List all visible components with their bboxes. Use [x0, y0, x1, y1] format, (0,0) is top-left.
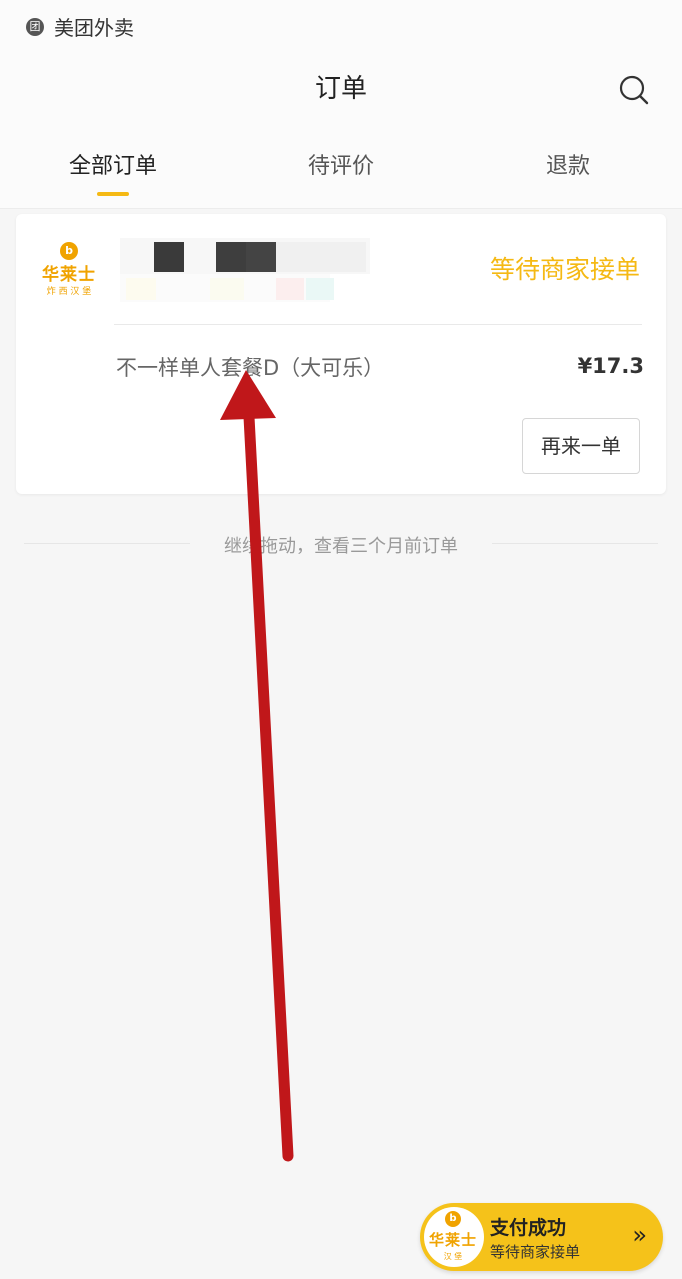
annotation-arrow-shaft	[242, 392, 294, 1162]
order-status: 等待商家接单	[489, 255, 640, 284]
double-chevron-right-icon: »	[632, 1221, 647, 1249]
order-tabs: 全部订单 待评价 退款	[0, 148, 682, 198]
shop-logo[interactable]: b 华莱士 炸 西 汉 堡	[40, 240, 98, 298]
order-item-name: 不一样单人套餐D（大可乐）	[116, 356, 385, 380]
order-card[interactable]: b 华莱士 炸 西 汉 堡 等待商家接单 不一样单人套餐D（大可乐） ¥17.3…	[16, 214, 666, 494]
toast-subtitle: 等待商家接单	[490, 1243, 581, 1261]
search-button[interactable]	[616, 72, 652, 108]
app-badge: 团 美团外卖	[26, 12, 134, 41]
toast-shop-logo: b 华莱士 汉 堡	[424, 1207, 484, 1267]
payment-success-toast[interactable]: b 华莱士 汉 堡 支付成功 等待商家接单 »	[420, 1203, 663, 1271]
older-orders-hint: 继续拖动，查看三个月前订单	[24, 530, 658, 560]
page-title: 订单	[314, 74, 367, 104]
shop-logo-text: 华莱士	[42, 265, 96, 285]
app-name: 美团外卖	[54, 16, 134, 40]
shop-logo-symbol: b	[60, 242, 78, 260]
shop-name-redacted[interactable]	[120, 238, 370, 308]
tab-to-review[interactable]: 待评价	[308, 148, 374, 180]
active-tab-indicator	[97, 192, 129, 196]
toast-logo-text: 华莱士	[428, 1231, 477, 1249]
shop-logo-subtext: 炸 西 汉 堡	[46, 287, 92, 297]
tab-refunds[interactable]: 退款	[546, 148, 590, 180]
tab-all-orders[interactable]: 全部订单	[69, 148, 157, 180]
top-bar: 团 美团外卖 订单 全部订单 待评价 退款	[0, 0, 682, 209]
toast-logo-subtext: 汉 堡	[443, 1252, 463, 1261]
toast-title: 支付成功	[490, 1217, 567, 1239]
toast-logo-symbol: b	[445, 1211, 461, 1227]
older-orders-text: 继续拖动，查看三个月前订单	[224, 536, 458, 557]
app-icon: 团	[26, 17, 44, 36]
order-price: ¥17.3	[577, 354, 644, 378]
search-icon	[619, 75, 649, 105]
reorder-button[interactable]: 再来一单	[522, 418, 640, 474]
card-divider	[114, 324, 642, 325]
